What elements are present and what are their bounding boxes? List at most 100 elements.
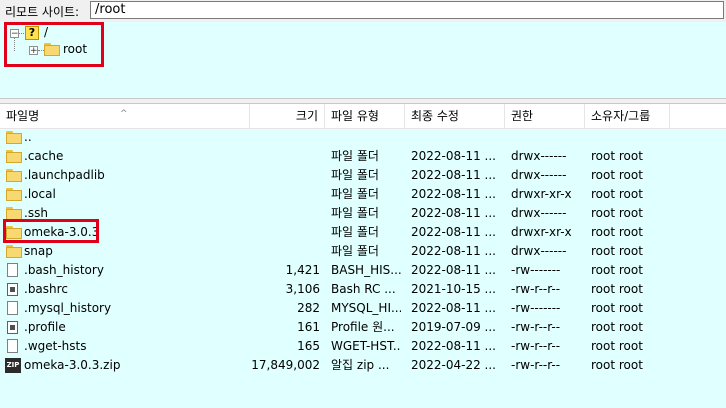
file-owner: root root <box>591 263 643 277</box>
file-modified: 2021-10-15 ... <box>411 282 496 296</box>
file-list-header: 파일명 ^ 크기 파일 유형 최종 수정 권한 소유자/그룹 <box>0 104 726 129</box>
file-modified: 2022-04-22 ... <box>411 358 496 372</box>
file-icon <box>7 301 18 315</box>
file-type: WGET-HST... <box>331 339 401 353</box>
file-name: .cache <box>24 149 64 163</box>
file-permissions: drwx------ <box>511 244 567 258</box>
file-type: 파일 폴더 <box>331 225 379 239</box>
zip-archive-icon: ZIP <box>5 358 21 373</box>
file-permissions: -rw------- <box>511 263 561 277</box>
file-name: omeka-3.0.3.zip <box>24 358 121 372</box>
file-type: 알집 zip ... <box>331 358 390 372</box>
file-permissions: -rw-r--r-- <box>511 282 561 296</box>
config-file-icon <box>7 321 18 334</box>
table-row[interactable]: snap 파일 폴더 2022-08-11 ... drwx------ roo… <box>0 242 726 261</box>
folder-icon <box>44 43 60 56</box>
file-name: .wget-hsts <box>24 339 87 353</box>
file-size: 165 <box>297 339 320 353</box>
file-type: Bash RC ... <box>331 282 396 296</box>
file-modified: 2022-08-11 ... <box>411 149 496 163</box>
column-header-modified[interactable]: 최종 수정 <box>405 104 505 128</box>
config-file-icon <box>7 283 18 296</box>
file-name: .bashrc <box>24 282 68 296</box>
file-modified: 2022-08-11 ... <box>411 206 496 220</box>
folder-icon <box>6 188 22 201</box>
file-modified: 2022-08-11 ... <box>411 187 496 201</box>
remote-path-input[interactable]: /root <box>90 1 724 19</box>
file-type: MYSQL_HI... <box>331 301 401 315</box>
file-type: 파일 폴더 <box>331 187 379 201</box>
remote-site-label: 리모트 사이트: <box>5 5 80 19</box>
file-modified: 2019-07-09 ... <box>411 320 496 334</box>
file-owner: root root <box>591 358 643 372</box>
column-header-size[interactable]: 크기 <box>250 104 325 128</box>
column-header-permissions[interactable]: 권한 <box>505 104 585 128</box>
file-modified: 2022-08-11 ... <box>411 301 496 315</box>
file-owner: root root <box>591 149 643 163</box>
tree-root-label[interactable]: / <box>44 25 48 39</box>
folder-icon <box>6 131 22 144</box>
file-type: 파일 폴더 <box>331 149 379 163</box>
file-modified: 2022-08-11 ... <box>411 244 496 258</box>
file-owner: root root <box>591 339 643 353</box>
file-type: 파일 폴더 <box>331 244 379 258</box>
file-list: .. .cache 파일 폴더 2022-08-11 ... drwx-----… <box>0 128 726 375</box>
file-permissions: -rw-r--r-- <box>511 358 561 372</box>
table-row[interactable]: .wget-hsts 165 WGET-HST... 2022-08-11 ..… <box>0 337 726 356</box>
file-modified: 2022-08-11 ... <box>411 225 496 239</box>
file-owner: root root <box>591 301 643 315</box>
folder-icon <box>6 245 22 258</box>
table-row[interactable]: .. <box>0 128 726 147</box>
file-size: 161 <box>297 320 320 334</box>
file-icon <box>7 263 18 277</box>
file-name: .profile <box>24 320 66 334</box>
file-permissions: -rw------- <box>511 301 561 315</box>
column-header-owner[interactable]: 소유자/그룹 <box>585 104 670 128</box>
file-permissions: drwxr-xr-x <box>511 187 572 201</box>
file-size: 3,106 <box>285 282 320 296</box>
file-name: snap <box>24 244 53 258</box>
tree-collapse-icon[interactable]: − <box>10 29 19 39</box>
file-size: 282 <box>297 301 320 315</box>
table-row[interactable]: .launchpadlib 파일 폴더 2022-08-11 ... drwx-… <box>0 166 726 185</box>
file-permissions: drwxr-xr-x <box>511 225 572 239</box>
file-name: omeka-3.0.3 <box>24 225 100 239</box>
file-permissions: -rw-r--r-- <box>511 339 561 353</box>
file-permissions: drwx------ <box>511 168 567 182</box>
table-row[interactable]: .profile 161 Profile 원... 2019-07-09 ...… <box>0 318 726 337</box>
file-owner: root root <box>591 320 643 334</box>
table-row[interactable]: .mysql_history 282 MYSQL_HI... 2022-08-1… <box>0 299 726 318</box>
file-name: .mysql_history <box>24 301 112 315</box>
file-type: BASH_HIS... <box>331 263 401 277</box>
column-header-name[interactable]: 파일명 ^ <box>0 104 250 128</box>
unknown-folder-icon: ? <box>25 26 39 40</box>
table-row[interactable]: .local 파일 폴더 2022-08-11 ... drwxr-xr-x r… <box>0 185 726 204</box>
folder-icon <box>6 150 22 163</box>
file-type: 파일 폴더 <box>331 206 379 220</box>
file-owner: root root <box>591 225 643 239</box>
file-permissions: -rw-r--r-- <box>511 320 561 334</box>
folder-icon <box>6 207 22 220</box>
file-modified: 2022-08-11 ... <box>411 339 496 353</box>
tree-item-root[interactable]: root <box>63 42 87 56</box>
table-row[interactable]: .cache 파일 폴더 2022-08-11 ... drwx------ r… <box>0 147 726 166</box>
file-name: .bash_history <box>24 263 104 277</box>
column-header-type[interactable]: 파일 유형 <box>325 104 405 128</box>
file-icon <box>7 339 18 353</box>
sort-ascending-icon: ^ <box>120 109 128 119</box>
table-row[interactable]: .bash_history 1,421 BASH_HIS... 2022-08-… <box>0 261 726 280</box>
remote-directory-tree: − ? / + root <box>0 22 726 98</box>
column-header-name-label: 파일명 <box>6 109 40 123</box>
table-row[interactable]: ZIP omeka-3.0.3.zip 17,849,002 알집 zip ..… <box>0 356 726 375</box>
remote-site-bar: 리모트 사이트: /root <box>0 0 726 23</box>
file-owner: root root <box>591 168 643 182</box>
file-name: .local <box>24 187 56 201</box>
file-type: Profile 원... <box>331 320 395 334</box>
file-owner: root root <box>591 206 643 220</box>
table-row[interactable]: .ssh 파일 폴더 2022-08-11 ... drwx------ roo… <box>0 204 726 223</box>
tree-expand-icon[interactable]: + <box>29 46 38 56</box>
table-row[interactable]: .bashrc 3,106 Bash RC ... 2021-10-15 ...… <box>0 280 726 299</box>
file-owner: root root <box>591 187 643 201</box>
file-name: .launchpadlib <box>24 168 105 182</box>
table-row[interactable]: omeka-3.0.3 파일 폴더 2022-08-11 ... drwxr-x… <box>0 219 726 243</box>
